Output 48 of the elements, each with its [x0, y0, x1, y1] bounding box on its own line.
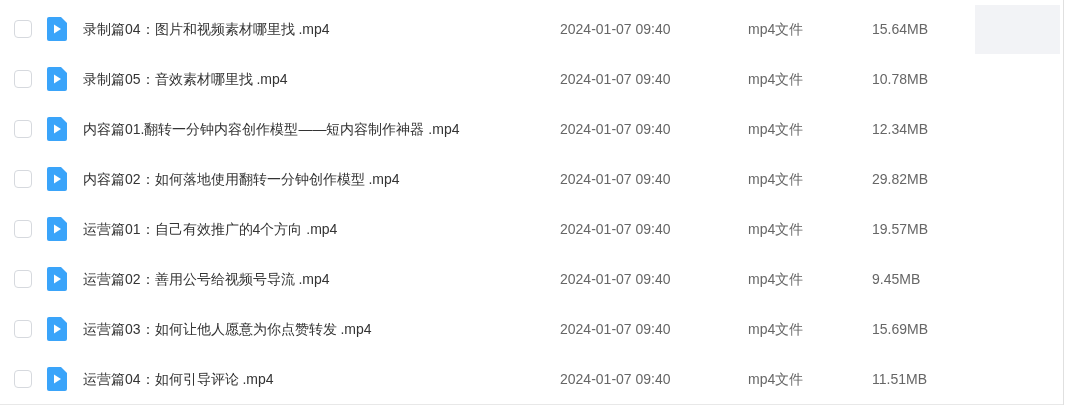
file-name[interactable]: 内容篇01.翻转一分钟内容创作模型——短内容制作神器 .mp4: [83, 118, 560, 140]
modified-date: 2024-01-07 09:40: [560, 369, 672, 389]
modified-date: 2024-01-07 09:40: [560, 169, 672, 189]
file-name[interactable]: 运营篇03：如何让他人愿意为你点赞转发 .mp4: [83, 318, 560, 340]
checkbox[interactable]: [14, 320, 32, 338]
checkbox[interactable]: [14, 370, 32, 388]
modified-date: 2024-01-07 09:40: [560, 119, 672, 139]
file-name[interactable]: 录制篇04：图片和视频素材哪里找 .mp4: [83, 18, 560, 40]
file-size: 11.51MB: [872, 369, 928, 389]
file-type: mp4文件: [748, 119, 805, 139]
video-file-icon: [47, 267, 67, 291]
file-type: mp4文件: [748, 319, 805, 339]
file-type: mp4文件: [748, 369, 805, 389]
checkbox[interactable]: [14, 70, 32, 88]
modified-date: 2024-01-07 09:40: [560, 19, 672, 39]
video-file-icon: [47, 217, 67, 241]
checkbox[interactable]: [14, 270, 32, 288]
file-type: mp4文件: [748, 169, 805, 189]
file-size: 12.34MB: [872, 119, 930, 139]
file-size: 9.45MB: [872, 269, 922, 289]
file-size: 19.57MB: [872, 219, 930, 239]
modified-date: 2024-01-07 09:40: [560, 269, 672, 289]
file-name[interactable]: 内容篇02：如何落地使用翻转一分钟创作模型 .mp4: [83, 168, 560, 190]
file-type: mp4文件: [748, 269, 805, 289]
video-file-icon: [47, 67, 67, 91]
checkbox[interactable]: [14, 170, 32, 188]
file-name[interactable]: 录制篇05：音效素材哪里找 .mp4: [83, 68, 560, 90]
file-size: 15.64MB: [872, 19, 930, 39]
file-size: 29.82MB: [872, 169, 930, 189]
video-file-icon: [47, 367, 67, 391]
modified-date: 2024-01-07 09:40: [560, 69, 672, 89]
video-file-icon: [47, 17, 67, 41]
video-file-icon: [47, 317, 67, 341]
video-file-icon: [47, 167, 67, 191]
file-name[interactable]: 运营篇01：自己有效推广的4个方向 .mp4: [83, 218, 560, 240]
file-size: 10.78MB: [872, 69, 930, 89]
file-type: mp4文件: [748, 69, 805, 89]
checkbox[interactable]: [14, 120, 32, 138]
modified-date: 2024-01-07 09:40: [560, 319, 672, 339]
modified-date: 2024-01-07 09:40: [560, 219, 672, 239]
file-type: mp4文件: [748, 219, 805, 239]
file-name[interactable]: 运营篇02：善用公号给视频号导流 .mp4: [83, 268, 560, 290]
file-type: mp4文件: [748, 19, 805, 39]
checkbox[interactable]: [14, 20, 32, 38]
video-file-icon: [47, 117, 67, 141]
file-name[interactable]: 运营篇04：如何引导评论 .mp4: [83, 368, 560, 390]
checkbox[interactable]: [14, 220, 32, 238]
file-size: 15.69MB: [872, 319, 930, 339]
